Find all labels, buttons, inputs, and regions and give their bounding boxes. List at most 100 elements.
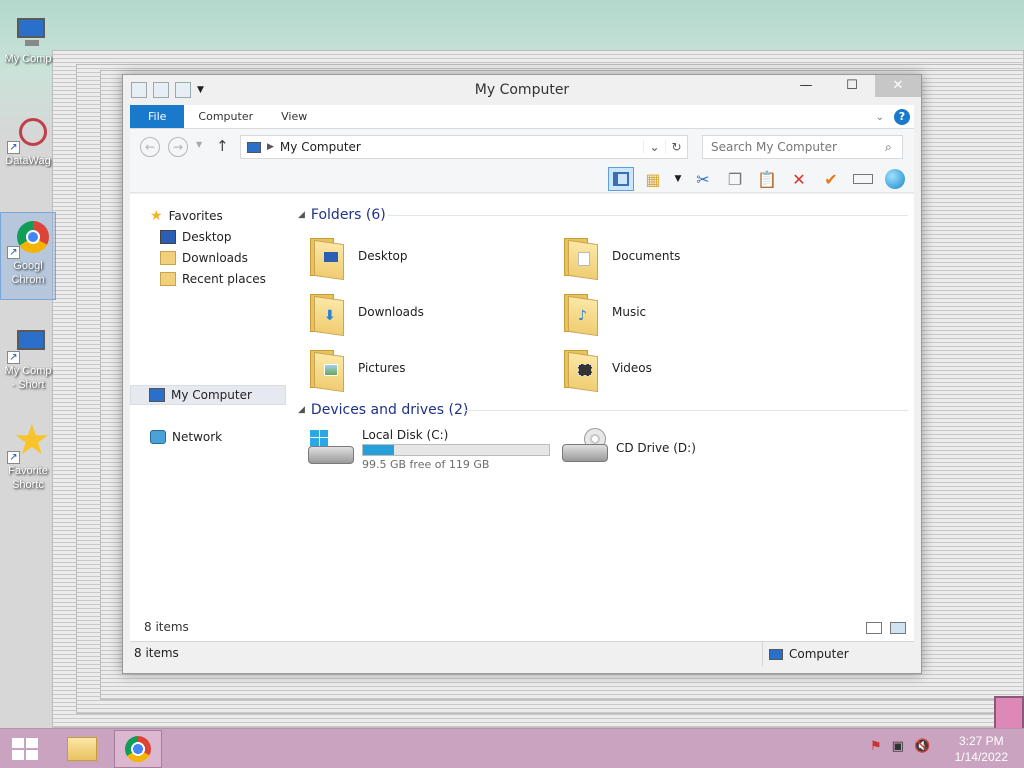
desktop-icon-favorites-shortcut[interactable]: ★ ↗ Favorite Shortc — [0, 418, 56, 506]
status-bar: 8 items Computer — [130, 641, 914, 666]
status-location: Computer — [762, 642, 907, 666]
checkmark-icon[interactable]: ✔ — [818, 167, 844, 191]
search-icon[interactable]: ⌕ — [885, 140, 892, 155]
rename-icon[interactable] — [850, 167, 876, 191]
folder-documents[interactable]: Documents — [562, 230, 802, 282]
desktop-icon — [160, 230, 176, 244]
hard-disk-icon — [308, 429, 354, 470]
taskbar-file-explorer[interactable] — [58, 730, 106, 768]
desktop-folder-icon — [308, 234, 348, 281]
expand-ribbon-icon[interactable]: ⌄ — [876, 112, 884, 123]
breadcrumb-separator-icon[interactable]: ▶ — [267, 142, 274, 152]
forward-button[interactable]: → — [168, 137, 188, 157]
explorer-window[interactable]: ▼ My Computer — ☐ ✕ File Computer View ⌄… — [122, 74, 922, 674]
nav-desktop[interactable]: Desktop — [160, 227, 232, 247]
clock-date: 1/14/2022 — [954, 750, 1008, 764]
navigation-pane: ★ Favorites Desktop Downloads Recent pla… — [130, 194, 288, 642]
address-dropdown-icon[interactable]: ⌄ — [643, 140, 665, 154]
maximize-button[interactable]: ☐ — [829, 75, 875, 97]
breadcrumb-my-computer[interactable]: My Computer — [280, 140, 361, 154]
folder-pictures[interactable]: Pictures — [308, 342, 548, 394]
computer-icon — [769, 648, 783, 660]
command-toolbar: ▦ ▼ ✂ ❐ 📋 ✕ ✔ — [130, 165, 914, 193]
drive-name: CD Drive (D:) — [616, 441, 696, 455]
tab-computer[interactable]: Computer — [184, 105, 267, 128]
system-tray: ⚑ ▣ 🔇 — [870, 739, 930, 754]
downloads-folder-icon — [160, 251, 176, 265]
up-button[interactable]: ↑ — [216, 137, 229, 155]
nav-favorites[interactable]: ★ Favorites — [150, 206, 223, 226]
drive-c[interactable]: Local Disk (C:) 99.5 GB free of 119 GB — [308, 428, 550, 471]
folder-name: Downloads — [358, 305, 424, 319]
drive-d[interactable]: CD Drive (D:) — [562, 428, 696, 468]
folder-downloads[interactable]: ⬇ Downloads — [308, 286, 548, 338]
tab-view[interactable]: View — [267, 105, 321, 128]
nav-network[interactable]: Network — [150, 427, 222, 447]
taskbar-chrome[interactable] — [114, 730, 162, 768]
title-bar[interactable]: ▼ My Computer — ☐ ✕ — [123, 75, 921, 105]
minimize-button[interactable]: — — [783, 75, 829, 97]
drive-usage-bar — [362, 444, 550, 456]
details-view-icon[interactable] — [866, 622, 882, 634]
preview-pane-icon[interactable] — [608, 167, 634, 191]
desktop-icon-datawag[interactable]: ↗ DataWag — [0, 108, 56, 196]
paste-icon[interactable]: 📋 — [754, 167, 780, 191]
nav-my-computer-label: My Computer — [171, 388, 252, 402]
refresh-icon[interactable]: ↻ — [665, 140, 687, 154]
ribbon-right: ⌄ ? — [876, 109, 910, 125]
group-divider — [464, 410, 908, 411]
action-center-flag-icon[interactable]: ⚑ — [870, 739, 882, 754]
desktop-icon-chrome[interactable]: ↗ Googl Chrom — [0, 212, 56, 300]
large-icons-view-icon[interactable] — [890, 622, 906, 634]
recent-locations-icon[interactable]: ▼ — [196, 140, 202, 149]
properties-dropdown-icon[interactable]: ▼ — [672, 167, 684, 191]
status-location-label: Computer — [789, 647, 849, 661]
network-status-icon[interactable]: ▣ — [892, 739, 904, 754]
file-explorer-icon — [67, 737, 97, 761]
recent-places-icon — [160, 272, 176, 286]
downloads-folder-icon: ⬇ — [308, 290, 348, 337]
cut-icon[interactable]: ✂ — [690, 167, 716, 191]
tab-file[interactable]: File — [130, 105, 185, 128]
chrome-icon — [125, 736, 151, 762]
start-button[interactable] — [12, 738, 38, 760]
help-button[interactable]: ? — [894, 109, 910, 125]
folder-music[interactable]: ♪ Music — [562, 286, 802, 338]
drives-group-header[interactable]: ◢ Devices and drives (2) — [298, 400, 468, 420]
drive-name: Local Disk (C:) — [362, 428, 449, 442]
clock[interactable]: 3:27 PM 1/14/2022 — [955, 733, 1008, 765]
desktop-icon-my-computer[interactable]: My Comp — [0, 6, 56, 94]
clock-time: 3:27 PM — [958, 734, 1004, 748]
folders-group-title: Folders (6) — [310, 207, 386, 223]
nav-downloads[interactable]: Downloads — [160, 248, 248, 268]
ribbon-tabs: File Computer View ⌄ ? — [130, 105, 914, 129]
copy-icon[interactable]: ❐ — [722, 167, 748, 191]
delete-icon[interactable]: ✕ — [786, 167, 812, 191]
collapse-icon[interactable]: ◢ — [298, 405, 305, 415]
volume-muted-icon[interactable]: 🔇 — [914, 739, 930, 754]
folders-group-header[interactable]: ◢ Folders (6) — [298, 205, 386, 225]
desktop-icon-my-computer-shortcut[interactable]: ↗ My Comp - Short — [0, 318, 56, 406]
properties-folder-icon[interactable]: ▦ — [640, 167, 666, 191]
computer-icon — [247, 141, 261, 153]
nav-recent-places[interactable]: Recent places — [160, 269, 266, 289]
close-button[interactable]: ✕ — [875, 75, 921, 97]
address-bar[interactable]: ▶ My Computer ⌄ ↻ — [240, 135, 688, 159]
back-button[interactable]: ← — [140, 137, 160, 157]
datawag-icon: ↗ — [7, 114, 49, 154]
folder-videos[interactable]: Videos — [562, 342, 802, 394]
drive-c-info: Local Disk (C:) 99.5 GB free of 119 GB — [362, 428, 550, 471]
address-controls: ⌄ ↻ — [643, 140, 687, 154]
shortcut-arrow-icon: ↗ — [7, 141, 20, 154]
desktop-icon-label: My Comp - Short — [4, 365, 52, 391]
nav-my-computer[interactable]: My Computer — [130, 385, 286, 405]
videos-folder-icon — [562, 346, 602, 393]
globe-icon[interactable] — [882, 167, 908, 191]
main-pane: ◢ Folders (6) Desktop Documents ⬇ Downlo… — [296, 194, 914, 642]
computer-icon — [149, 388, 165, 402]
search-input[interactable]: Search My Computer — [702, 135, 903, 159]
collapse-icon[interactable]: ◢ — [298, 210, 305, 220]
folder-desktop[interactable]: Desktop — [308, 230, 548, 282]
content-area: ★ Favorites Desktop Downloads Recent pla… — [130, 194, 914, 642]
cd-drive-icon — [562, 428, 608, 468]
